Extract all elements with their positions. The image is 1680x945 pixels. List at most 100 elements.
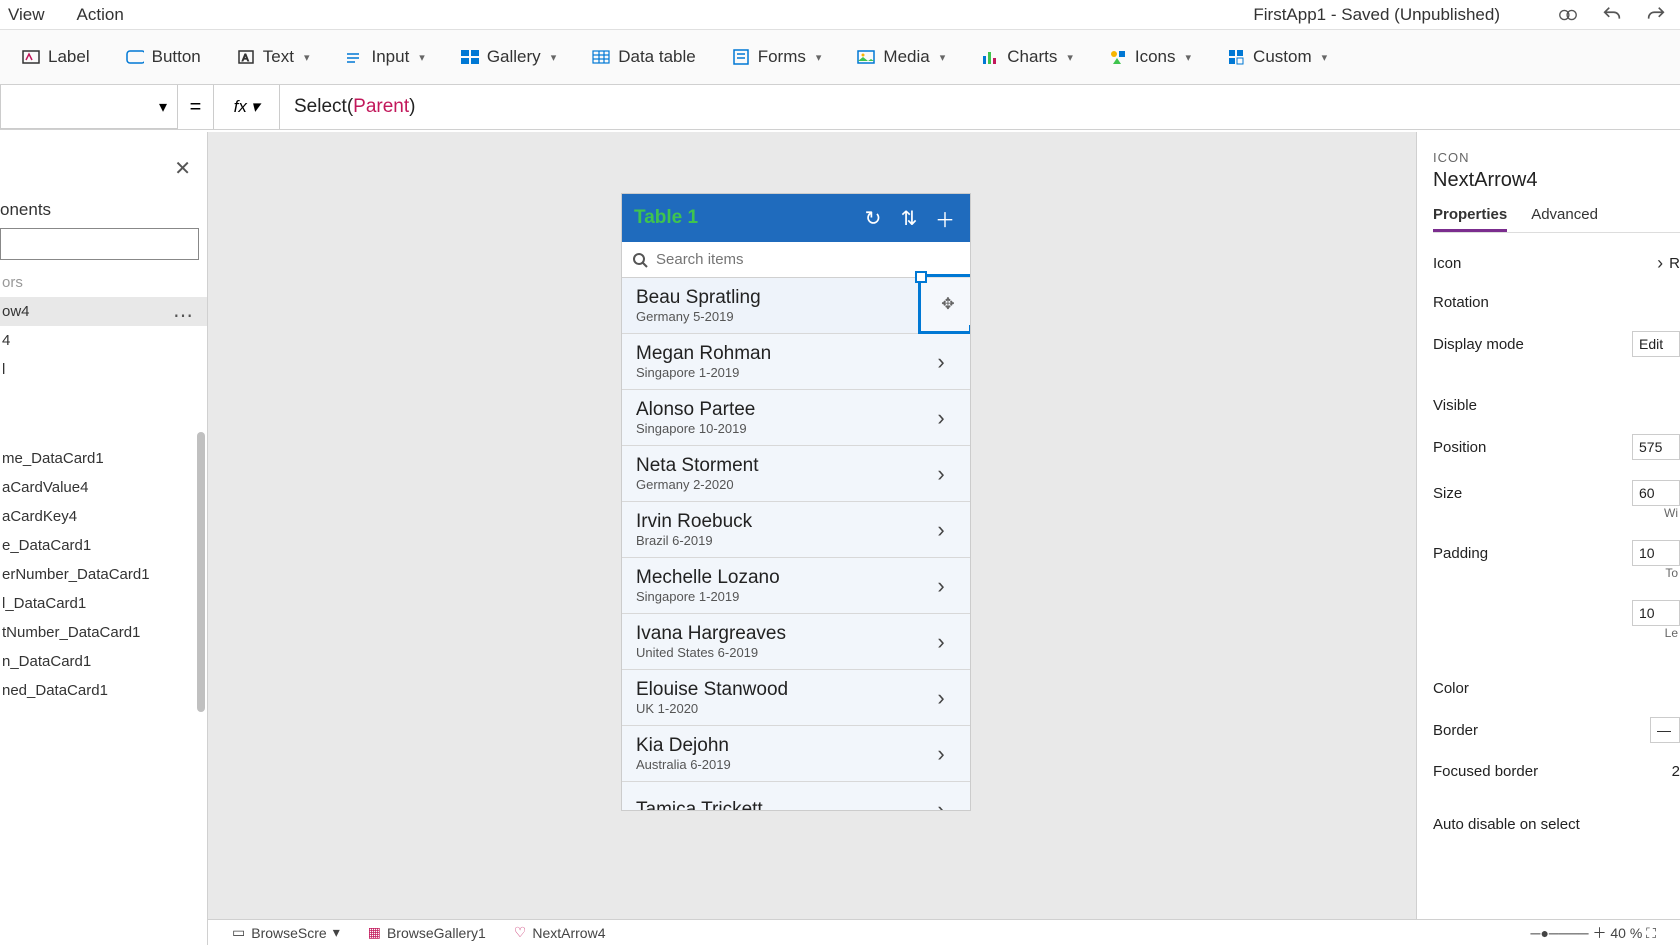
chevron-right-icon[interactable]: › <box>926 629 956 655</box>
ribbon-gallery[interactable]: Gallery▾ <box>443 30 574 84</box>
prop-autodisable[interactable]: Auto disable on select <box>1433 816 1680 833</box>
prop-icon[interactable]: Icon›R <box>1433 253 1680 274</box>
chevron-right-icon[interactable]: › <box>926 517 956 543</box>
formula-bar: ▾ = fx▾ Select(Parent) <box>0 85 1680 130</box>
tree-item[interactable]: aCardKey4 <box>0 502 207 531</box>
tree-search-input[interactable] <box>0 228 199 260</box>
row-name: Tamica Trickett <box>636 799 926 811</box>
gallery-row[interactable]: Beau SpratlingGermany 5-2019✥ <box>622 278 970 334</box>
forms-icon <box>732 48 750 66</box>
search-input[interactable] <box>656 251 960 268</box>
selection-handle[interactable]: ✥ <box>918 274 970 334</box>
gallery-row[interactable]: Mechelle LozanoSingapore 1-2019› <box>622 558 970 614</box>
chevron-right-icon[interactable]: › <box>926 573 956 599</box>
row-name: Mechelle Lozano <box>636 567 926 589</box>
tree-item[interactable]: tNumber_DataCard1 <box>0 618 207 647</box>
gallery-row[interactable]: Alonso ParteeSingapore 10-2019› <box>622 390 970 446</box>
zoom-slider[interactable]: ─●──── ＋ 40 % ⛶ <box>1531 923 1656 943</box>
tree-item[interactable]: ow4 <box>0 297 207 326</box>
tree-item[interactable]: n_DataCard1 <box>0 647 207 676</box>
tab-advanced[interactable]: Advanced <box>1531 206 1598 232</box>
breadcrumb-control[interactable]: ♡ NextArrow4 <box>514 924 606 941</box>
ribbon-button[interactable]: Button <box>108 30 219 84</box>
prop-focused-border[interactable]: Focused border2 <box>1433 763 1680 780</box>
menu-view[interactable]: View <box>8 5 45 25</box>
text-icon: A <box>237 48 255 66</box>
equals-label: = <box>178 85 214 129</box>
ribbon-icons[interactable]: Icons▾ <box>1091 30 1209 84</box>
icons-icon <box>1109 48 1127 66</box>
prop-visible[interactable]: Visible <box>1433 397 1680 414</box>
ribbon-charts[interactable]: Charts▾ <box>963 30 1091 84</box>
tree-item[interactable]: e_DataCard1 <box>0 531 207 560</box>
top-menubar: View Action FirstApp1 - Saved (Unpublish… <box>0 0 1680 30</box>
chevron-right-icon[interactable]: › <box>926 797 956 811</box>
undo-icon[interactable] <box>1596 3 1628 27</box>
ribbon-text[interactable]: A Text▾ <box>219 30 328 84</box>
row-name: Neta Storment <box>636 455 926 477</box>
gallery-row[interactable]: Ivana HargreavesUnited States 6-2019› <box>622 614 970 670</box>
tree-item[interactable]: erNumber_DataCard1 <box>0 560 207 589</box>
chevron-down-icon: ▾ <box>816 51 822 64</box>
ribbon-datatable[interactable]: Data table <box>574 30 714 84</box>
gallery-row[interactable]: Kia DejohnAustralia 6-2019› <box>622 726 970 782</box>
ribbon-media-label: Media <box>883 47 929 67</box>
chevron-down-icon: ▾ <box>159 97 167 117</box>
gallery-row[interactable]: Neta StormentGermany 2-2020› <box>622 446 970 502</box>
gallery-row[interactable]: Megan RohmanSingapore 1-2019› <box>622 334 970 390</box>
refresh-icon[interactable]: ↻ <box>860 206 886 231</box>
row-name: Ivana Hargreaves <box>636 623 926 645</box>
sort-icon[interactable]: ⇅ <box>896 206 922 231</box>
gallery-row[interactable]: Irvin RoebuckBrazil 6-2019› <box>622 502 970 558</box>
menu-action[interactable]: Action <box>77 5 124 25</box>
breadcrumb-screen[interactable]: ▭ BrowseScre ▾ <box>232 924 340 941</box>
chevron-right-icon[interactable]: › <box>926 741 956 767</box>
move-icon: ✥ <box>941 294 954 314</box>
tree-item[interactable]: me_DataCard1 <box>0 444 207 473</box>
tab-properties[interactable]: Properties <box>1433 206 1507 232</box>
breadcrumb-gallery[interactable]: ▦ BrowseGallery1 <box>368 924 486 941</box>
row-sub: UK 1-2020 <box>636 701 926 716</box>
chevron-right-icon: › <box>1657 253 1663 274</box>
prop-displaymode[interactable]: Display modeEdit <box>1433 331 1680 357</box>
fx-button[interactable]: fx▾ <box>214 85 280 129</box>
tree-view-panel: ✕ onents orsow44lme_DataCard1aCardValue4… <box>0 132 208 945</box>
chevron-right-icon[interactable]: › <box>926 405 956 431</box>
prop-padding[interactable]: Padding10 <box>1433 540 1680 566</box>
prop-rotation[interactable]: Rotation <box>1433 294 1680 311</box>
ribbon-input-label: Input <box>371 47 409 67</box>
formula-input[interactable]: Select(Parent) <box>280 85 1680 129</box>
property-dropdown[interactable]: ▾ <box>0 85 178 129</box>
ribbon-input[interactable]: Input▾ <box>327 30 442 84</box>
tree-item[interactable]: 4 <box>0 326 207 355</box>
chevron-down-icon: ▾ <box>251 97 260 117</box>
tree-item[interactable]: l_DataCard1 <box>0 589 207 618</box>
scrollbar-thumb[interactable] <box>197 432 205 712</box>
row-sub: Australia 6-2019 <box>636 757 926 772</box>
prop-position[interactable]: Position575 <box>1433 434 1680 460</box>
chevron-right-icon[interactable]: › <box>926 349 956 375</box>
tree-item[interactable]: l <box>0 355 207 384</box>
formula-function: Select <box>294 96 347 118</box>
prop-padding-left[interactable]: 10 <box>1433 600 1680 626</box>
prop-border[interactable]: Border— <box>1433 717 1680 743</box>
chevron-right-icon[interactable]: › <box>926 461 956 487</box>
add-icon[interactable]: ＋ <box>932 204 958 233</box>
formula-argument: Parent <box>353 96 409 118</box>
ribbon-media[interactable]: Media▾ <box>839 30 963 84</box>
ribbon-custom[interactable]: Custom▾ <box>1209 30 1345 84</box>
prop-color[interactable]: Color <box>1433 680 1680 697</box>
gallery-row[interactable]: Tamica Trickett› <box>622 782 970 810</box>
canvas-area[interactable]: Table 1 ↻ ⇅ ＋ Beau SpratlingGermany 5-20… <box>208 132 1416 945</box>
redo-icon[interactable] <box>1640 3 1672 27</box>
tree-item[interactable]: aCardValue4 <box>0 473 207 502</box>
ribbon-label[interactable]: Label <box>4 30 108 84</box>
close-icon[interactable]: ✕ <box>174 156 191 181</box>
tree-item[interactable]: ors <box>0 268 207 297</box>
prop-size[interactable]: Size60 <box>1433 480 1680 506</box>
checker-icon[interactable] <box>1552 3 1584 27</box>
ribbon-forms[interactable]: Forms▾ <box>714 30 840 84</box>
gallery-row[interactable]: Elouise StanwoodUK 1-2020› <box>622 670 970 726</box>
chevron-right-icon[interactable]: › <box>926 685 956 711</box>
tree-item[interactable]: ned_DataCard1 <box>0 676 207 705</box>
